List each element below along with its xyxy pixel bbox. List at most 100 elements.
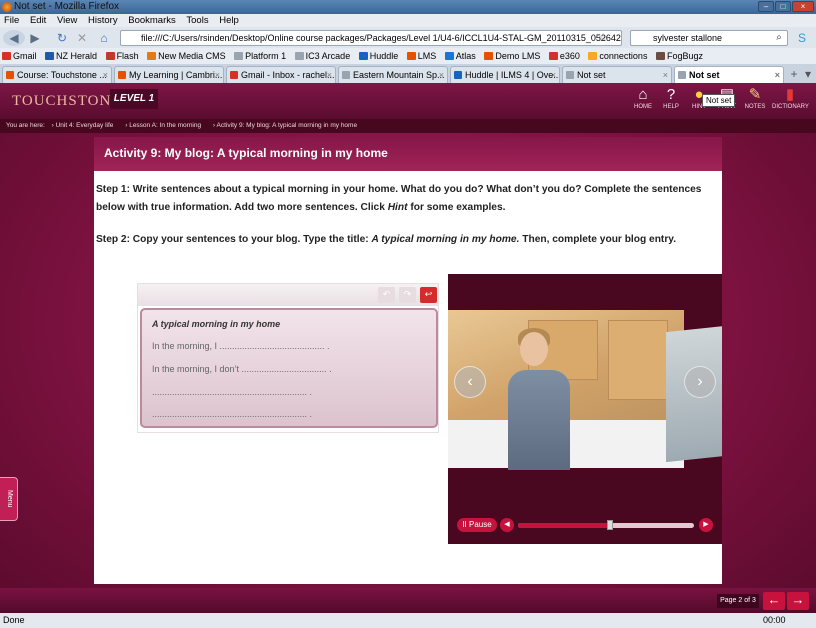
- previous-page-button[interactable]: ←: [763, 592, 785, 610]
- tab-favicon-icon: [566, 71, 574, 79]
- bookmark-item[interactable]: Atlas: [444, 48, 476, 64]
- sentence-line[interactable]: ........................................…: [152, 387, 312, 397]
- firefox-icon: [2, 2, 12, 12]
- sentence-line[interactable]: In the morning, I ......................…: [152, 341, 330, 351]
- back-button[interactable]: ◀: [3, 30, 25, 46]
- bookmark-item[interactable]: FogBugz: [655, 48, 703, 64]
- person-head: [520, 332, 548, 366]
- browser-tab[interactable]: My Learning | Cambri... ×: [114, 66, 224, 83]
- browser-tab[interactable]: Gmail - Inbox - rachel... ×: [226, 66, 336, 83]
- carousel-prev-button[interactable]: ‹: [454, 366, 486, 398]
- minimize-button[interactable]: –: [758, 1, 774, 12]
- stop-icon[interactable]: ✕: [74, 30, 90, 46]
- close-window-button[interactable]: ×: [792, 1, 814, 12]
- bookmark-item[interactable]: LMS: [406, 48, 436, 64]
- video-back-icon[interactable]: ◀: [500, 518, 514, 532]
- writing-toolbar: ↶ ↷ ↩: [138, 284, 438, 306]
- video-forward-icon[interactable]: ▶: [699, 518, 713, 532]
- writing-title: A typical morning in my home: [152, 319, 281, 329]
- breadcrumb-item[interactable]: › Unit 4: Everyday life: [52, 122, 119, 129]
- search-input[interactable]: sylvester stallone: [630, 30, 788, 46]
- browser-tab[interactable]: Huddle | ILMS 4 | Ove... ×: [450, 66, 560, 83]
- breadcrumb-item[interactable]: › Lesson A: In the morning: [125, 122, 206, 129]
- bookmark-item[interactable]: Gmail: [2, 48, 37, 64]
- video-progress-track[interactable]: [518, 520, 694, 530]
- bookmark-item[interactable]: IC3 Arcade: [294, 48, 350, 64]
- carousel-next-button[interactable]: ›: [684, 366, 716, 398]
- search-icon[interactable]: ⌕: [772, 30, 786, 46]
- close-tab-icon[interactable]: ×: [775, 67, 780, 83]
- activity-title: Activity 9: My blog: A typical morning i…: [94, 137, 722, 171]
- menu-file[interactable]: File: [4, 14, 19, 27]
- bookmarks-toolbar: Gmail NZ Herald Flash New Media CMS Plat…: [0, 48, 816, 64]
- writing-box: ↶ ↷ ↩ A typical morning in my home In th…: [137, 283, 439, 433]
- home-icon[interactable]: ⌂: [96, 30, 112, 46]
- redo-icon[interactable]: ↷: [399, 287, 416, 303]
- tab-list-button[interactable]: ▾: [802, 66, 814, 82]
- url-bar[interactable]: file:///C:/Users/rsinden/Desktop/Online …: [120, 30, 622, 46]
- bookmark-item[interactable]: connections: [588, 48, 647, 64]
- browser-tab[interactable]: Course: Touchstone ... ×: [2, 66, 112, 83]
- new-tab-button[interactable]: +: [788, 66, 800, 82]
- bookmark-item[interactable]: e360: [548, 48, 580, 64]
- video-controls: II Pause ◀ ▶: [448, 516, 722, 536]
- close-tab-icon[interactable]: ×: [327, 67, 332, 83]
- bookmark-item[interactable]: Huddle: [358, 48, 398, 64]
- video-scrubber-handle[interactable]: [606, 520, 613, 530]
- touchstone-logo: TOUCHSTONE: [12, 93, 122, 109]
- reset-icon[interactable]: ↩: [420, 287, 437, 303]
- fogbugz-icon: [655, 52, 665, 60]
- sentence-line[interactable]: In the morning, I don’t ................…: [152, 364, 332, 374]
- bookmark-item[interactable]: NZ Herald: [45, 48, 97, 64]
- dictionary-icon: ▮: [785, 86, 795, 103]
- window-title-bar: Not set - Mozilla Firefox – □ ×: [0, 0, 816, 14]
- browser-tab-active[interactable]: Not set ×: [674, 66, 784, 83]
- close-tab-icon[interactable]: ×: [551, 67, 556, 83]
- tab-favicon-icon: [6, 71, 14, 79]
- bookmark-star-icon[interactable]: ☆: [596, 30, 610, 46]
- notes-button[interactable]: ✎ NOTES: [742, 86, 768, 116]
- bookmark-item[interactable]: New Media CMS: [147, 48, 226, 64]
- menu-help[interactable]: Help: [219, 14, 239, 27]
- menu-tools[interactable]: Tools: [186, 14, 208, 27]
- side-menu-tab[interactable]: Menu: [0, 477, 18, 521]
- gmail-icon: [2, 52, 11, 60]
- undo-icon[interactable]: ↶: [378, 287, 395, 303]
- forward-button[interactable]: ▶: [25, 30, 45, 46]
- menu-bookmarks[interactable]: Bookmarks: [128, 14, 176, 27]
- huddle-icon: [358, 52, 368, 60]
- e360-icon: [548, 52, 558, 60]
- menu-history[interactable]: History: [88, 14, 118, 27]
- pause-button[interactable]: II Pause: [457, 518, 497, 532]
- bookmark-item[interactable]: Demo LMS: [484, 48, 540, 64]
- video-player: ‹ › II Pause ◀ ▶: [448, 274, 722, 544]
- tab-favicon-icon: [678, 71, 686, 79]
- help-button[interactable]: ? HELP: [658, 86, 684, 116]
- next-page-button[interactable]: →: [787, 592, 809, 610]
- connections-icon: [588, 52, 598, 60]
- close-tab-icon[interactable]: ×: [103, 67, 108, 83]
- reload-icon[interactable]: ↻: [54, 30, 70, 46]
- menu-view[interactable]: View: [57, 14, 77, 27]
- bookmark-item[interactable]: Platform 1: [234, 48, 286, 64]
- status-bar: Done 00:00: [0, 613, 816, 628]
- flash-icon: [105, 52, 115, 60]
- person-body: [508, 370, 570, 470]
- skype-icon[interactable]: S: [794, 30, 810, 46]
- breadcrumb-item: › Activity 9: My blog: A typical morning…: [212, 122, 358, 129]
- dictionary-button[interactable]: ▮ DICTIONARY: [772, 86, 809, 116]
- close-tab-icon[interactable]: ×: [663, 67, 668, 83]
- close-tab-icon[interactable]: ×: [439, 67, 444, 83]
- navigation-toolbar: ◀ ▶ ↻ ✕ ⌂ file:///C:/Users/rsinden/Deskt…: [0, 27, 816, 48]
- lms-icon: [484, 52, 494, 60]
- sentence-line[interactable]: ........................................…: [152, 409, 312, 419]
- writing-textarea[interactable]: A typical morning in my home In the morn…: [140, 308, 438, 428]
- level-badge: LEVEL 1: [110, 89, 158, 109]
- close-tab-icon[interactable]: ×: [215, 67, 220, 83]
- browser-tab[interactable]: Not set ×: [562, 66, 672, 83]
- browser-tab[interactable]: Eastern Mountain Sp... ×: [338, 66, 448, 83]
- home-button[interactable]: ⌂ HOME: [630, 86, 656, 116]
- maximize-button[interactable]: □: [775, 1, 791, 12]
- bookmark-item[interactable]: Flash: [105, 48, 139, 64]
- menu-edit[interactable]: Edit: [30, 14, 46, 27]
